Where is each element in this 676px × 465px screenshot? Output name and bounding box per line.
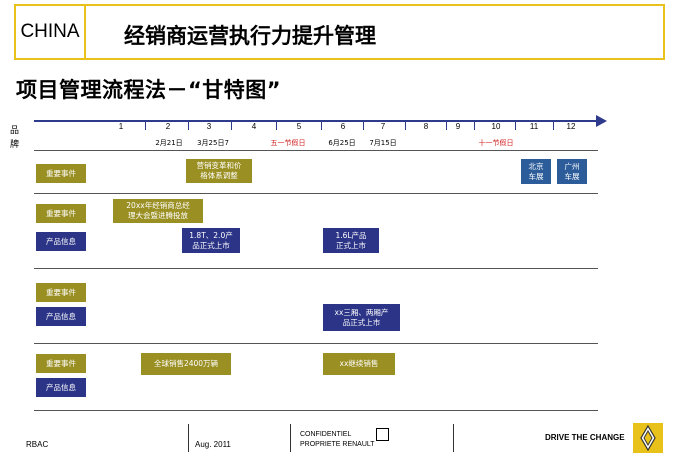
month-1: 1 (118, 122, 124, 131)
footer-divider (188, 424, 189, 452)
month-7: 7 (380, 122, 386, 131)
month-10: 10 (491, 122, 501, 131)
dealer-meeting-task: 20xx年经销商总经 理大会暨进腾投放 (113, 199, 203, 223)
month-5: 5 (296, 122, 302, 131)
timeline-tick (231, 121, 232, 130)
key-event-label: 重要事件 (36, 204, 86, 223)
timeline-tick (553, 121, 554, 130)
row-divider (34, 268, 598, 269)
timeline-tick (145, 121, 146, 130)
row-divider (34, 410, 598, 411)
renault-diamond-icon (633, 423, 663, 453)
month-12: 12 (566, 122, 576, 131)
month-2: 2 (165, 122, 171, 131)
slide-title: 经销商运营执行力提升管理 (124, 24, 376, 48)
row-divider (34, 343, 598, 344)
month-8: 8 (423, 122, 429, 131)
month-4: 4 (251, 122, 257, 131)
timeline-tick (321, 121, 322, 130)
product-info-label: 产品信息 (36, 307, 86, 326)
row-divider (34, 150, 598, 151)
launch-18t-task: 1.8T、2.0产 品正式上市 (182, 228, 240, 253)
row-divider (34, 193, 598, 194)
timeline-tick (515, 121, 516, 130)
timeline-tick (188, 121, 189, 130)
continued-sales-task: xx继续销售 (323, 353, 395, 375)
footer-date: Aug. 2011 (195, 440, 231, 449)
timeline-tick (446, 121, 447, 130)
key-event-label: 重要事件 (36, 354, 86, 373)
footer-org: RBAC (26, 440, 49, 449)
confidential-checkbox[interactable] (376, 428, 389, 441)
product-info-label: 产品信息 (36, 232, 86, 251)
footer-divider (453, 424, 454, 452)
slide-subtitle: 项目管理流程法－“甘特图” (16, 78, 282, 102)
holiday-marker: 十一节假日 (478, 139, 514, 147)
timeline-tick (474, 121, 475, 130)
month-11: 11 (529, 122, 539, 131)
month-9: 9 (455, 122, 461, 131)
holiday-marker: 五一节假日 (270, 139, 306, 147)
product-info-label: 产品信息 (36, 378, 86, 397)
month-6: 6 (340, 122, 346, 131)
global-sales-task: 全球销售2400万辆 (141, 353, 231, 375)
launch-16l-task: 1.6L产品 正式上市 (323, 228, 379, 253)
guangzhou-auto-show-task: 广州 车展 (557, 159, 587, 184)
launch-sedan-hatch-task: xx三厢、两厢产 品正式上市 (323, 304, 400, 331)
footer-confidential: CONFIDENTIEL PROPRIETE RENAULT (300, 431, 375, 448)
timeline-arrow-icon (596, 115, 607, 127)
key-event-label: 重要事件 (36, 164, 86, 183)
footer-slogan: DRIVE THE CHANGE (545, 433, 625, 442)
date-marker: 6月25日 (328, 139, 356, 147)
footer-divider (290, 424, 291, 452)
beijing-auto-show-task: 北京 车展 (521, 159, 551, 184)
timeline-tick (276, 121, 277, 130)
pricing-reform-task: 营销变革和价 格体系调整 (186, 159, 252, 183)
timeline-tick (405, 121, 406, 130)
slide-header: CHINA 经销商运营执行力提升管理 (14, 4, 665, 60)
key-event-label: 重要事件 (36, 283, 86, 302)
date-marker: 7月15日 (369, 139, 397, 147)
date-marker: 2月21日 (155, 139, 183, 147)
brand-axis-label: 品 牌 (10, 126, 20, 150)
month-3: 3 (206, 122, 212, 131)
date-marker: 3月25日7 (197, 139, 229, 147)
china-label: CHINA (16, 6, 86, 58)
timeline-tick (363, 121, 364, 130)
